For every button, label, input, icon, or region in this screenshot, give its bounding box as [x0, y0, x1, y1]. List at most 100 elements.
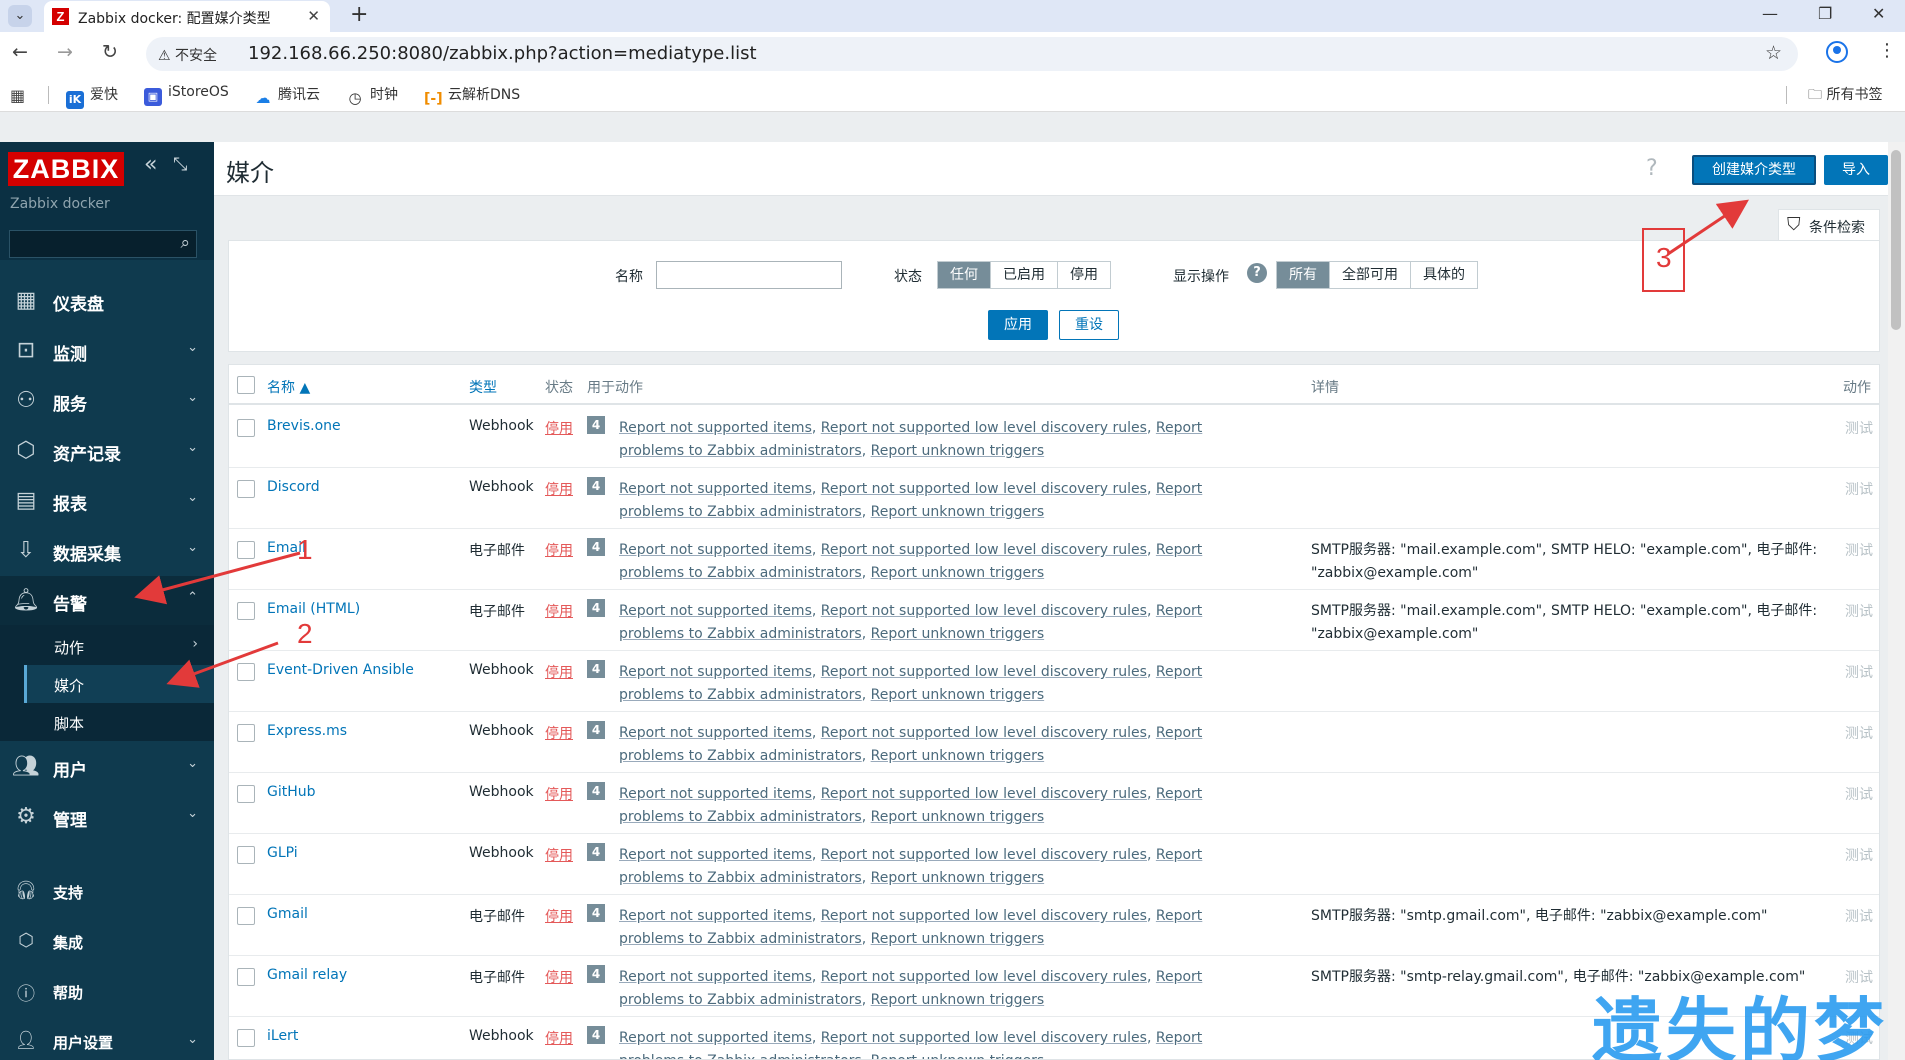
test-link[interactable]: 测试 — [1845, 418, 1873, 438]
action-link[interactable]: Report unknown triggers — [871, 1053, 1045, 1059]
collapse-sidebar-icon[interactable]: « — [144, 152, 157, 177]
row-checkbox[interactable] — [237, 1029, 255, 1047]
test-link[interactable]: 测试 — [1845, 479, 1873, 499]
media-type-name-link[interactable]: Event-Driven Ansible — [267, 662, 414, 678]
action-link[interactable]: Report not supported items — [619, 847, 812, 863]
sidebar-item-monitoring[interactable]: ⊡ 监测 ⌄ — [0, 326, 214, 376]
action-link[interactable]: Report unknown triggers — [871, 931, 1045, 947]
action-link[interactable]: Report unknown triggers — [871, 748, 1045, 764]
sidebar-item-help[interactable]: ⓘ 帮助 — [0, 968, 214, 1014]
action-link[interactable]: Report not supported low level discovery… — [821, 908, 1147, 924]
bookmark-cloud-dns[interactable]: [-] 云解析DNS — [424, 84, 520, 108]
browser-menu-icon[interactable]: ⋮ — [1878, 40, 1896, 61]
page-scrollbar[interactable] — [1888, 142, 1905, 1060]
submenu-item-scripts[interactable]: 脚本 — [24, 703, 214, 741]
test-link[interactable]: 测试 — [1845, 601, 1873, 621]
profile-icon[interactable] — [1826, 41, 1848, 63]
status-toggle-link[interactable]: 停用 — [545, 418, 573, 438]
row-checkbox[interactable] — [237, 724, 255, 742]
action-link[interactable]: Report not supported items — [619, 908, 812, 924]
new-tab-icon[interactable]: + — [350, 2, 368, 27]
action-link[interactable]: Report unknown triggers — [871, 565, 1045, 581]
media-type-name-link[interactable]: iLert — [267, 1028, 298, 1044]
status-toggle-link[interactable]: 停用 — [545, 967, 573, 987]
minimize-icon[interactable]: — — [1762, 4, 1778, 23]
status-toggle-link[interactable]: 停用 — [545, 1028, 573, 1048]
status-toggle-link[interactable]: 停用 — [545, 906, 573, 926]
media-type-name-link[interactable]: Email (HTML) — [267, 601, 360, 617]
url-text[interactable]: 192.168.66.250:8080/zabbix.php?action=me… — [248, 43, 757, 64]
action-link[interactable]: Report not supported items — [619, 664, 812, 680]
import-button[interactable]: 导入 — [1824, 155, 1888, 185]
action-link[interactable]: Report not supported low level discovery… — [821, 603, 1147, 619]
action-link[interactable]: Report not supported items — [619, 969, 812, 985]
action-link[interactable]: Report unknown triggers — [871, 687, 1045, 703]
sidebar-search-input[interactable]: ⌕ — [9, 230, 197, 258]
bookmark-clock[interactable]: ◷ 时钟 — [346, 84, 398, 107]
action-link[interactable]: Report not supported low level discovery… — [821, 725, 1147, 741]
filter-tab[interactable]: ⛉ 条件检索 — [1778, 209, 1880, 241]
tab-search-chevron-icon[interactable]: ⌄ — [8, 5, 32, 27]
test-link[interactable]: 测试 — [1845, 723, 1873, 743]
action-link[interactable]: Report unknown triggers — [871, 870, 1045, 886]
status-toggle-link[interactable]: 停用 — [545, 540, 573, 560]
row-checkbox[interactable] — [237, 846, 255, 864]
action-link[interactable]: Report unknown triggers — [871, 626, 1045, 642]
row-checkbox[interactable] — [237, 968, 255, 986]
name-filter-input[interactable] — [656, 261, 842, 289]
action-link[interactable]: Report unknown triggers — [871, 443, 1045, 459]
action-link[interactable]: Report not supported low level discovery… — [821, 542, 1147, 558]
show-option-specific[interactable]: 具体的 — [1411, 262, 1477, 288]
test-link[interactable]: 测试 — [1845, 784, 1873, 804]
action-link[interactable]: Report not supported items — [619, 481, 812, 497]
sidebar-item-integrations[interactable]: ⬡ 集成 — [0, 918, 214, 964]
column-name[interactable]: 名称 ▲ — [267, 377, 310, 397]
sidebar-item-inventory[interactable]: ⬡ 资产记录 ⌄ — [0, 426, 214, 476]
address-bar[interactable]: ⚠ 不安全 192.168.66.250:8080/zabbix.php?act… — [146, 37, 1798, 71]
status-toggle-link[interactable]: 停用 — [545, 784, 573, 804]
action-link[interactable]: Report unknown triggers — [871, 992, 1045, 1008]
action-link[interactable]: Report not supported low level discovery… — [821, 1030, 1147, 1046]
status-toggle-link[interactable]: 停用 — [545, 479, 573, 499]
test-link[interactable]: 测试 — [1845, 540, 1873, 560]
select-all-checkbox[interactable] — [237, 376, 255, 394]
media-type-name-link[interactable]: Gmail — [267, 906, 308, 922]
action-link[interactable]: Report not supported low level discovery… — [821, 786, 1147, 802]
browser-tab[interactable]: Z Zabbix docker: 配置媒介类型 ✕ — [44, 1, 330, 32]
reload-icon[interactable]: ↻ — [102, 41, 118, 63]
media-type-name-link[interactable]: Gmail relay — [267, 967, 347, 983]
action-link[interactable]: Report not supported low level discovery… — [821, 969, 1147, 985]
sidebar-item-users[interactable]: 👥︎ 用户 ⌄ — [0, 742, 214, 792]
help-question-icon[interactable]: ? — [1646, 156, 1658, 181]
zabbix-logo[interactable]: ZABBIX — [8, 152, 124, 186]
window-close-icon[interactable]: ✕ — [1872, 4, 1885, 23]
sidebar-item-administration[interactable]: ⚙ 管理 ⌄ — [0, 792, 214, 842]
bookmark-ikuai[interactable]: iK 爱快 — [66, 84, 118, 109]
action-link[interactable]: Report not supported items — [619, 786, 812, 802]
test-link[interactable]: 测试 — [1845, 906, 1873, 926]
status-option-disabled[interactable]: 停用 — [1058, 262, 1110, 288]
create-media-type-button[interactable]: 创建媒介类型 — [1692, 155, 1816, 185]
reset-button[interactable]: 重设 — [1059, 310, 1119, 340]
forward-arrow-icon[interactable]: → — [57, 41, 73, 63]
apps-grid-icon[interactable]: ▦ — [10, 86, 25, 105]
action-link[interactable]: Report not supported items — [619, 725, 812, 741]
sidebar-item-reports[interactable]: ▤ 报表 ⌄ — [0, 476, 214, 526]
sidebar-item-dashboard[interactable]: ▦ 仪表盘 — [0, 276, 214, 326]
status-toggle-link[interactable]: 停用 — [545, 723, 573, 743]
bookmark-tencent-cloud[interactable]: ☁ 腾讯云 — [254, 84, 321, 107]
sidebar-item-data-collection[interactable]: ⇩ 数据采集 ⌄ — [0, 526, 214, 576]
sidebar-item-support[interactable]: 🎧︎ 支持 — [0, 868, 214, 914]
action-link[interactable]: Report not supported low level discovery… — [821, 847, 1147, 863]
question-icon[interactable]: ? — [1247, 263, 1267, 283]
column-status[interactable]: 状态 — [545, 377, 573, 397]
restore-icon[interactable]: ❐ — [1818, 4, 1832, 23]
bookmark-star-icon[interactable]: ☆ — [1765, 42, 1782, 64]
test-link[interactable]: 测试 — [1845, 662, 1873, 682]
row-checkbox[interactable] — [237, 480, 255, 498]
row-checkbox[interactable] — [237, 907, 255, 925]
sidebar-item-user-settings[interactable]: 👤︎ 用户设置 ⌄ — [0, 1018, 214, 1060]
submenu-item-media-types[interactable]: 媒介 — [24, 665, 214, 703]
row-checkbox[interactable] — [237, 602, 255, 620]
action-link[interactable]: Report not supported items — [619, 1030, 812, 1046]
